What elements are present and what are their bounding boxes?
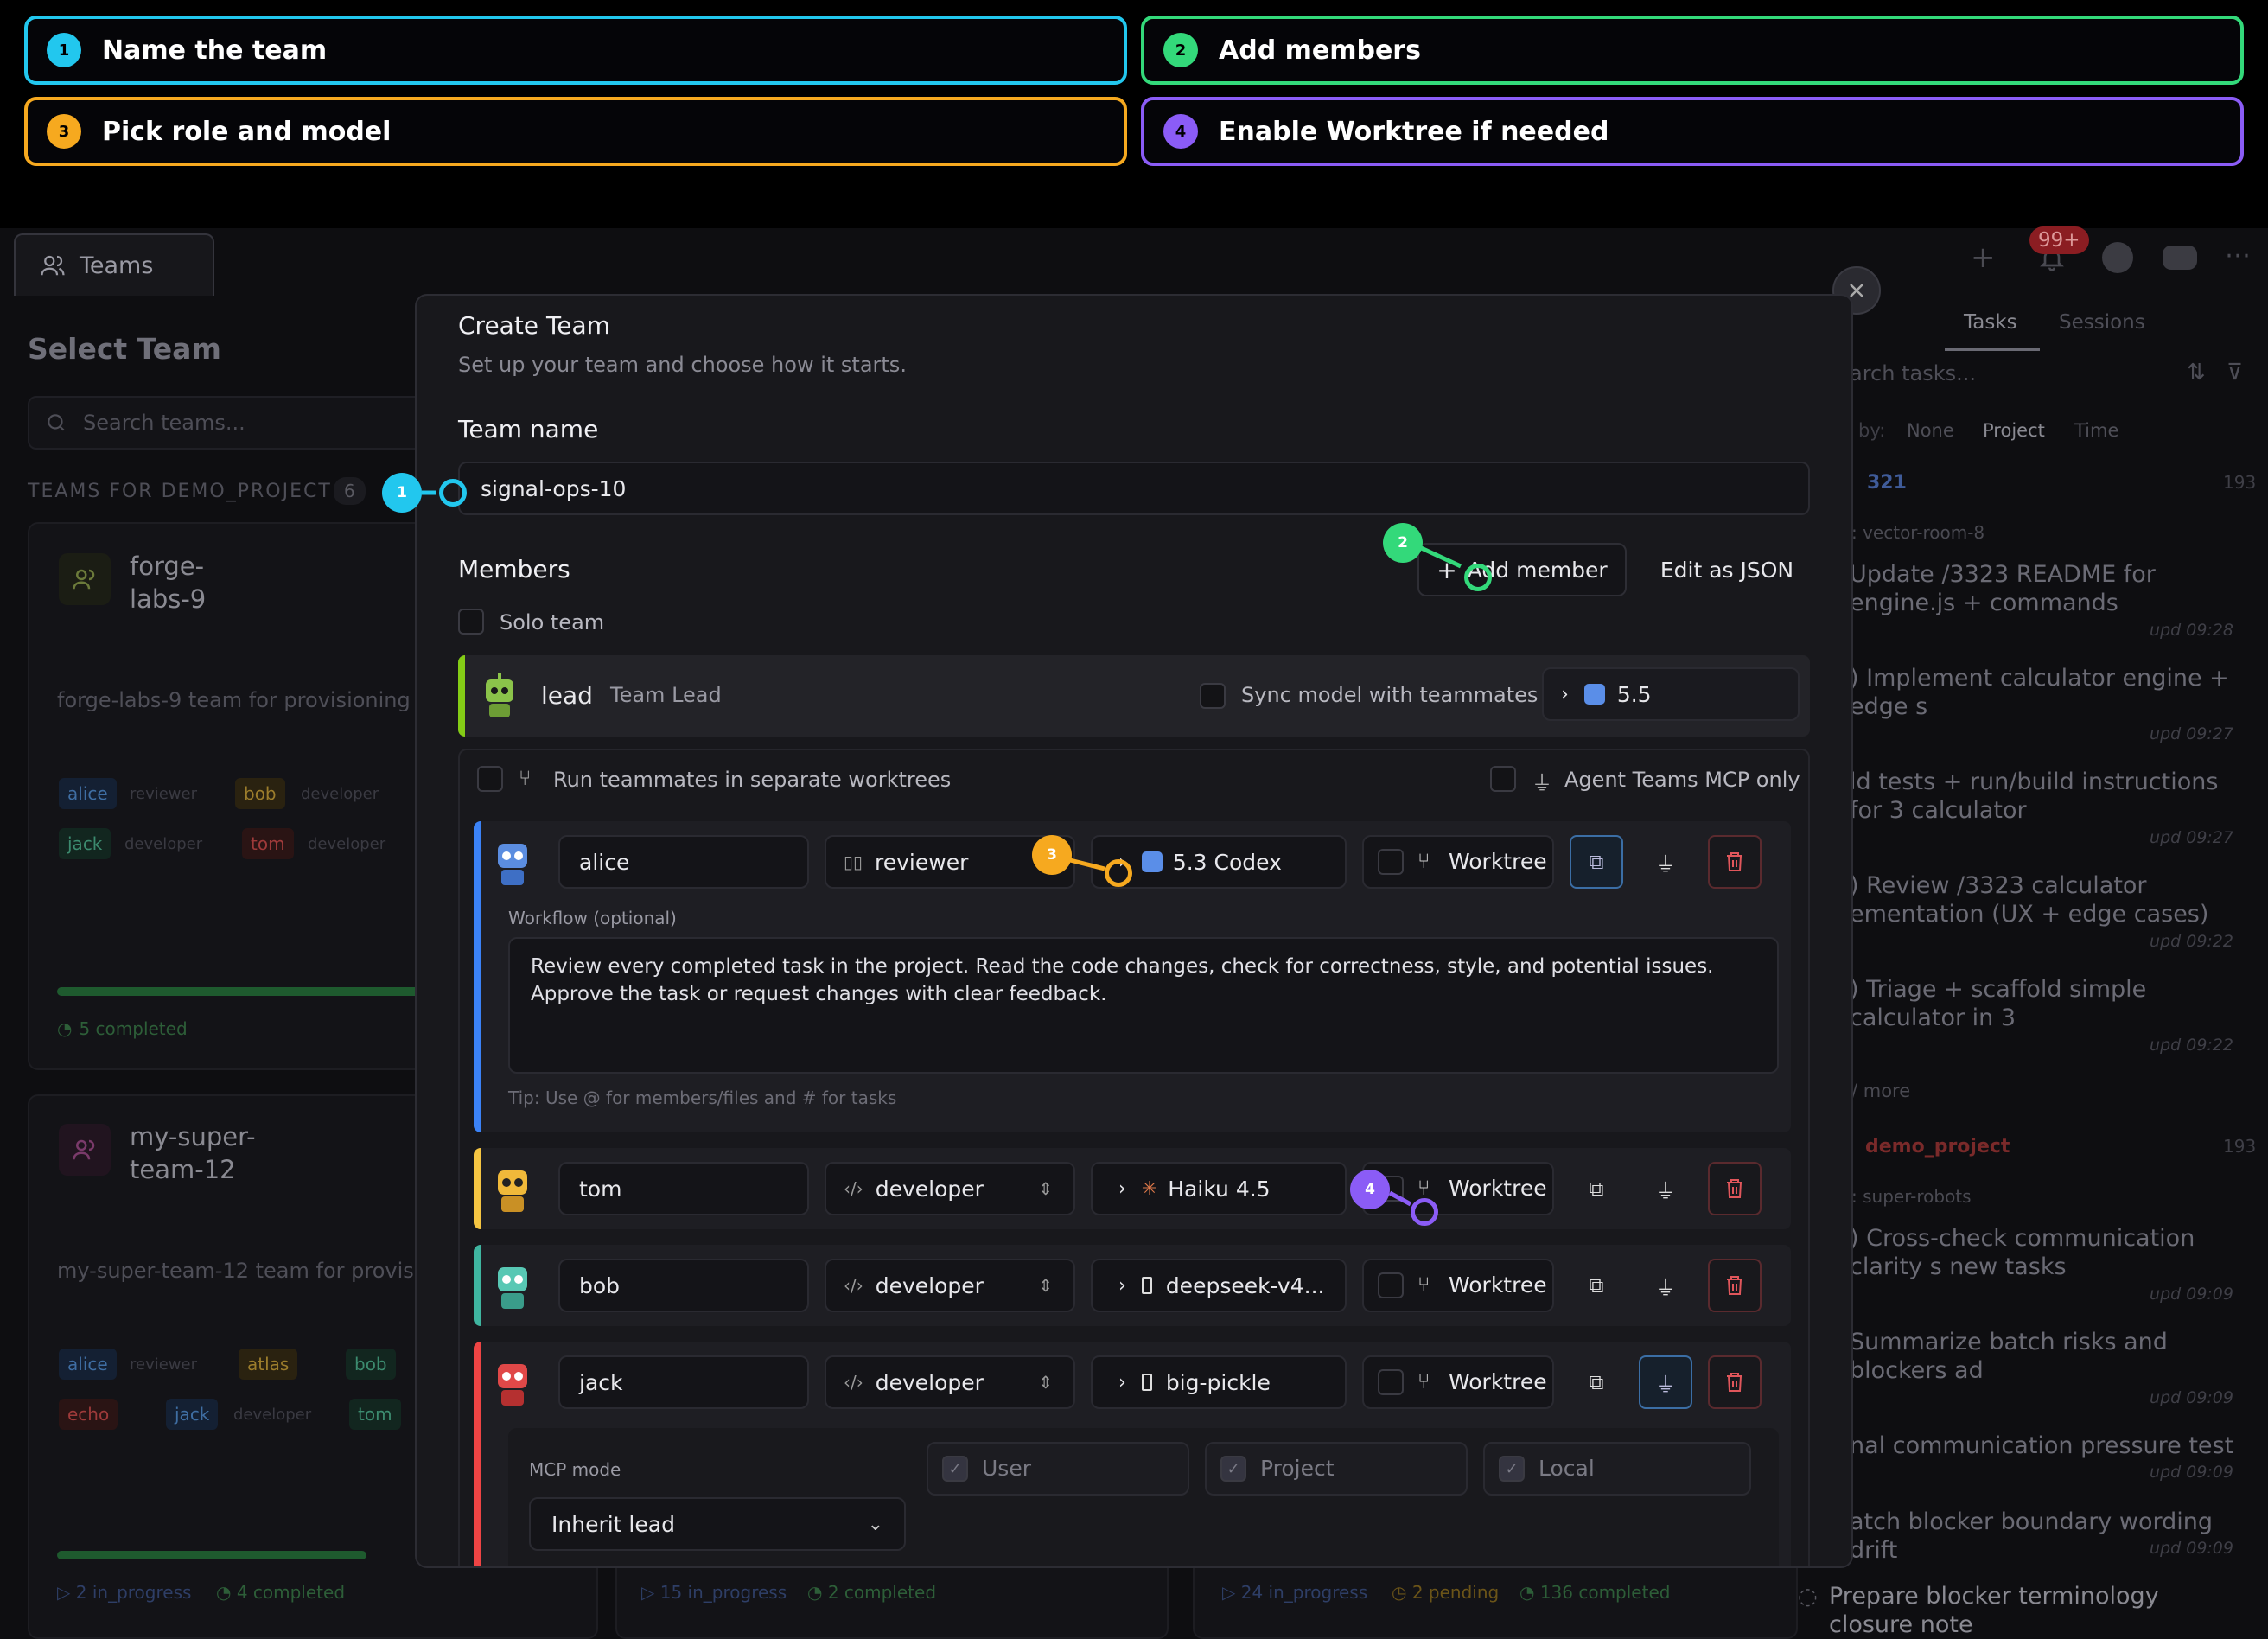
annotation-arrows xyxy=(422,490,1462,1207)
marker-3-target xyxy=(1105,859,1132,887)
marker-2: 2 xyxy=(1383,523,1423,563)
marker-4-target xyxy=(1411,1198,1438,1226)
marker-1: 1 xyxy=(382,473,422,513)
marker-3: 3 xyxy=(1032,835,1072,875)
marker-1-target xyxy=(439,479,467,507)
marker-2-target xyxy=(1464,564,1492,591)
marker-4: 4 xyxy=(1350,1170,1390,1209)
